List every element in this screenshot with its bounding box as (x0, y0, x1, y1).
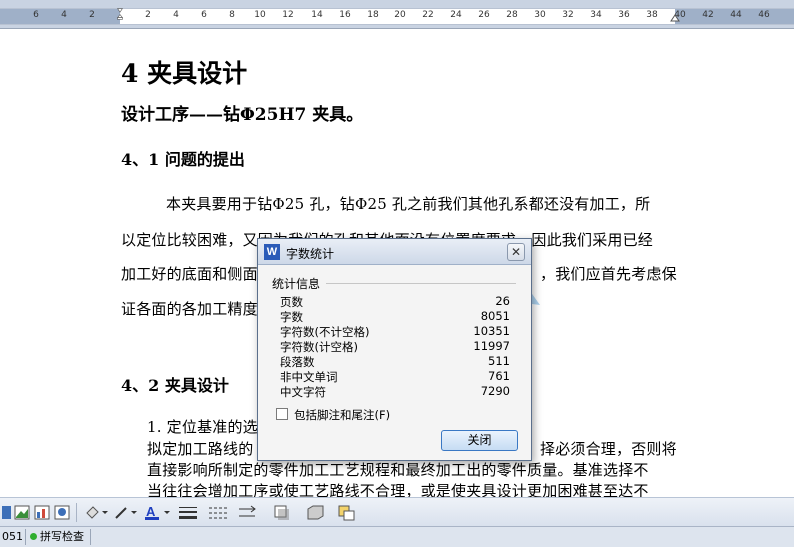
right-indent-marker[interactable] (670, 14, 680, 26)
paragraph-line: ，我们应首先考虑保 (540, 265, 677, 283)
font-color-icon[interactable]: A (143, 504, 173, 521)
ruler-tick-label: 24 (450, 10, 462, 20)
dash-style-icon[interactable] (207, 504, 229, 521)
ruler-left-margin (0, 9, 120, 24)
ruler-tick-label: 8 (229, 10, 235, 20)
horizontal-ruler[interactable]: 6 4 2 2 4 6 8 10 12 14 16 18 20 22 24 26 28 30 32 34 36 38 40 4… (0, 0, 794, 29)
stat-row: 页数 26 (280, 294, 510, 309)
toolbar-separator (76, 503, 77, 522)
stat-value: 8051 (480, 309, 510, 323)
ruler-tick-label: 38 (646, 10, 658, 20)
group-label: 统计信息 (272, 277, 321, 291)
ruler-tick-label: 2 (145, 10, 151, 20)
stat-label: 页数 (280, 295, 303, 309)
ruler-tick-label: 26 (478, 10, 490, 20)
paragraph-line: 加工好的底面和侧面 (121, 265, 258, 283)
stat-value: 7290 (480, 384, 510, 398)
stat-row: 字数 8051 (280, 309, 510, 324)
stat-row: 字符数(计空格) 11997 (280, 339, 510, 354)
stat-row: 中文字符 7290 (280, 384, 510, 399)
chart-icon[interactable] (34, 504, 50, 521)
dialog-close-button[interactable]: ✕ (507, 243, 525, 261)
group-divider (326, 283, 516, 284)
ruler-tick-label: 18 (367, 10, 379, 20)
ruler-tick-label: 22 (422, 10, 434, 20)
include-footnotes-checkbox[interactable] (276, 408, 288, 420)
ruler-tick-label: 36 (618, 10, 630, 20)
stat-value: 11997 (473, 339, 510, 353)
ruler-tick-label: 6 (201, 10, 207, 20)
ruler-tick-label: 42 (702, 10, 714, 20)
paragraph-line: 择必须合理，否则将 (540, 440, 677, 458)
ruler-tick-label: 32 (562, 10, 574, 20)
section-heading-2: 4、2 夹具设计 (121, 376, 229, 395)
dialog-title: 字数统计 (286, 247, 335, 261)
stat-label: 字数 (280, 310, 303, 324)
spell-check-status[interactable]: 拼写检查 (30, 529, 84, 545)
ruler-tick-label: 14 (311, 10, 323, 20)
paragraph-line: 拟定加工路线的 (147, 440, 254, 458)
stat-value: 26 (495, 294, 510, 308)
shadow-style-icon[interactable] (273, 504, 295, 521)
ruler-tick-label: 4 (61, 10, 67, 20)
stat-label: 中文字符 (280, 385, 326, 399)
paragraph-line: 证各面的各加工精度 (121, 300, 258, 318)
stat-value: 761 (488, 369, 510, 383)
ruler-tick-label: 4 (173, 10, 179, 20)
picture-icon[interactable] (14, 504, 30, 521)
stat-value: 511 (488, 354, 510, 368)
dialog-titlebar[interactable]: W 字数统计 ✕ (258, 239, 531, 265)
ruler-tick-label: 20 (394, 10, 406, 20)
ruler-tick-label: 28 (506, 10, 518, 20)
section-heading-1: 4、1 问题的提出 (121, 150, 245, 169)
wps-writer-icon: W (264, 244, 280, 260)
status-separator (90, 529, 91, 545)
ruler-tick-label: 34 (590, 10, 602, 20)
include-footnotes-label[interactable]: 包括脚注和尾注(F) (294, 407, 390, 423)
ruler-tick-label: 46 (758, 10, 770, 20)
ruler-tick-label: 16 (339, 10, 351, 20)
close-button[interactable]: 关闭 (441, 430, 518, 451)
ruler-tick-label: 30 (534, 10, 546, 20)
stat-label: 字符数(计空格) (280, 340, 358, 354)
chapter-heading: 4 夹具设计 (121, 59, 248, 88)
arrow-style-icon[interactable] (237, 504, 259, 521)
paragraph-line: 直接影响所制定的零件加工工艺规程和最终加工出的零件质量。基准选择不 (147, 461, 649, 479)
stat-label: 段落数 (280, 355, 315, 369)
stat-value: 10351 (473, 324, 510, 338)
word-count-status[interactable]: 051 (2, 529, 23, 545)
line-style-icon[interactable] (177, 504, 199, 521)
clipart-icon[interactable] (54, 504, 70, 521)
stat-label: 非中文单词 (280, 370, 338, 384)
drawing-toolbar: A (0, 497, 794, 526)
insert-image-icon[interactable] (2, 504, 12, 521)
stat-row: 非中文单词 761 (280, 369, 510, 384)
ruler-tick-label: 10 (254, 10, 266, 20)
spell-check-label: 拼写检查 (40, 530, 84, 543)
stat-label: 字符数(不计空格) (280, 325, 370, 339)
stat-row: 字符数(不计空格) 10351 (280, 324, 510, 339)
list-item: 1. 定位基准的选 (147, 418, 258, 436)
fill-color-icon[interactable] (84, 504, 110, 521)
first-line-indent-marker[interactable] (115, 8, 125, 20)
stat-row: 段落数 511 (280, 354, 510, 369)
status-bar: 051 拼写检查 (0, 526, 794, 547)
line-color-icon[interactable] (113, 504, 139, 521)
ruler-tick-label: 44 (730, 10, 742, 20)
select-objects-icon[interactable] (337, 504, 357, 521)
status-separator (25, 529, 26, 545)
3d-style-icon[interactable] (305, 504, 327, 521)
ruler-tick-label: 12 (282, 10, 294, 20)
paragraph-line: 本夹具要用于钻Φ25 孔，钻Φ25 孔之前我们其他孔系都还没有加工，所 (166, 195, 651, 213)
word-count-dialog: W 字数统计 ✕ 统计信息 页数 26 字数 8051 字符数(不计空格) 10… (257, 238, 532, 461)
ruler-tick-label: 2 (89, 10, 95, 20)
svg-text:A: A (146, 504, 156, 519)
subtitle: 设计工序——钻Φ25H7 夹具。 (121, 105, 364, 125)
spell-check-ok-icon (30, 533, 37, 540)
ruler-tick-label: 6 (33, 10, 39, 20)
